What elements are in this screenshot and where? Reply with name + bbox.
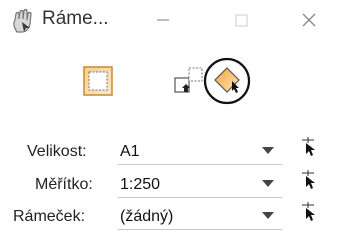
minimize-icon[interactable] (148, 6, 178, 34)
size-label: Velikost: (27, 143, 87, 160)
frame-value: (žádný) (120, 208, 174, 225)
scale-select[interactable]: 1:250 (118, 174, 282, 198)
title-bar: Ráme... (0, 0, 337, 40)
diamond-frame-icon[interactable] (203, 57, 251, 105)
chevron-down-icon (262, 212, 274, 219)
pick-cursor-icon[interactable] (299, 136, 317, 156)
pick-cursor-icon[interactable] (299, 169, 317, 189)
place-frame-icon[interactable] (172, 64, 206, 98)
size-select[interactable]: A1 (118, 141, 282, 165)
window-title: Ráme... (42, 8, 109, 29)
scale-value: 1:250 (120, 176, 161, 193)
close-icon[interactable] (294, 6, 324, 34)
frame-label: Rámeček: (13, 208, 86, 225)
hand-icon (13, 8, 32, 33)
chevron-down-icon (262, 180, 274, 187)
frame-tool-button[interactable] (83, 66, 113, 96)
chevron-down-icon (262, 147, 274, 154)
maximize-icon[interactable] (226, 6, 256, 34)
scale-label: Měřítko: (35, 176, 93, 193)
pick-cursor-icon[interactable] (299, 201, 317, 221)
size-value: A1 (120, 143, 140, 160)
frame-select[interactable]: (žádný) (118, 206, 282, 230)
